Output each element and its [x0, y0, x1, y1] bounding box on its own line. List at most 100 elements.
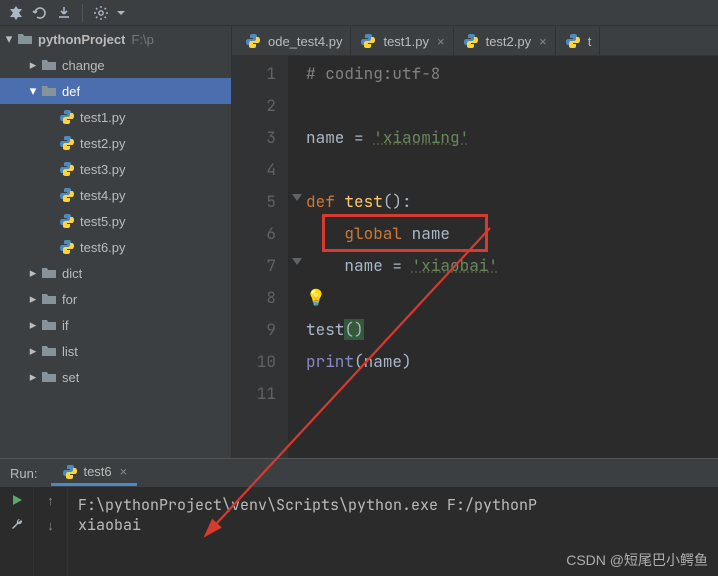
tree-file[interactable]: test5.py: [0, 208, 231, 234]
python-icon: [58, 187, 76, 203]
run-button[interactable]: [10, 493, 24, 507]
chevron-right-icon[interactable]: ▸: [26, 317, 40, 333]
tree-file[interactable]: test6.py: [0, 234, 231, 260]
chevron-right-icon[interactable]: ▸: [26, 291, 40, 307]
python-icon: [58, 213, 76, 229]
tree-folder[interactable]: ▸ set: [0, 364, 231, 390]
python-icon: [462, 33, 480, 49]
python-icon: [58, 135, 76, 151]
chevron-right-icon[interactable]: ▸: [26, 57, 40, 73]
editor-tab[interactable]: test1.py ×: [351, 27, 453, 55]
line-number: 9: [232, 314, 276, 346]
line-number: 6: [232, 218, 276, 250]
project-tree[interactable]: ▾ pythonProject F:\p ▸ change ▾ deftest1.py…: [0, 26, 232, 458]
code-comment: # coding:utf-8: [306, 63, 440, 84]
tree-folder[interactable]: ▸dict: [0, 260, 231, 286]
tree-item-label: set: [62, 370, 79, 385]
folder-icon: [40, 266, 58, 280]
tree-item-label: for: [62, 292, 77, 307]
line-number: 4: [232, 154, 276, 186]
tree-item-label: test1.py: [80, 110, 126, 125]
fold-icon[interactable]: [292, 194, 302, 204]
run-output[interactable]: F:\pythonProject\venv\Scripts\python.exe…: [68, 487, 718, 576]
tree-item-label: if: [62, 318, 69, 333]
toolbar: [0, 0, 718, 26]
python-icon: [58, 161, 76, 177]
close-icon[interactable]: ×: [120, 464, 128, 479]
download-icon[interactable]: [52, 2, 76, 24]
chevron-right-icon[interactable]: ▸: [26, 369, 40, 385]
separator: [82, 4, 83, 22]
chevron-right-icon[interactable]: ▸: [26, 343, 40, 359]
tab-label: test2.py: [486, 34, 532, 49]
folder-icon: [40, 370, 58, 384]
code-editor[interactable]: # coding:utf-8 name = 'xiaoming' def tes…: [288, 56, 718, 458]
reload-icon[interactable]: [28, 2, 52, 24]
line-number: 11: [232, 378, 276, 410]
tree-folder[interactable]: ▸ change: [0, 52, 231, 78]
tree-folder[interactable]: ▾ def: [0, 78, 231, 104]
tree-item-label: change: [62, 58, 105, 73]
line-number: 1: [232, 58, 276, 90]
tree-item-label: list: [62, 344, 78, 359]
tree-item-label: def: [62, 84, 80, 99]
chevron-right-icon[interactable]: ▸: [26, 265, 40, 281]
run-tab-label: test6: [83, 464, 111, 479]
line-number: 7: [232, 250, 276, 282]
chevron-down-icon[interactable]: [109, 2, 133, 24]
python-icon: [564, 33, 582, 49]
python-icon: [58, 109, 76, 125]
tree-item-label: test5.py: [80, 214, 126, 229]
folder-icon: [40, 58, 58, 72]
build-icon[interactable]: [4, 2, 28, 24]
python-icon: [58, 239, 76, 255]
close-icon[interactable]: ×: [437, 34, 445, 49]
tree-root[interactable]: ▾ pythonProject F:\p: [0, 26, 231, 52]
tree-folder[interactable]: ▸ list: [0, 338, 231, 364]
python-icon: [61, 464, 79, 480]
arrow-down-icon[interactable]: ↓: [47, 518, 54, 533]
chevron-down-icon[interactable]: ▾: [2, 31, 16, 47]
tree-file[interactable]: test2.py: [0, 130, 231, 156]
tree-item-label: test4.py: [80, 188, 126, 203]
run-cmd-line: F:\pythonProject\venv\Scripts\python.exe…: [78, 495, 708, 515]
tree-root-hint: F:\p: [131, 32, 153, 47]
tree-item-label: test2.py: [80, 136, 126, 151]
folder-icon: [16, 32, 34, 46]
run-tab[interactable]: test6 ×: [51, 460, 137, 486]
tree-folder[interactable]: ▸ for: [0, 286, 231, 312]
tree-item-label: test3.py: [80, 162, 126, 177]
tree-folder[interactable]: ▸ if: [0, 312, 231, 338]
chevron-down-icon[interactable]: ▾: [26, 83, 40, 99]
tab-label: ode_test4.py: [268, 34, 342, 49]
run-title: Run:: [10, 466, 37, 481]
tab-label: test1.py: [383, 34, 429, 49]
fold-icon[interactable]: [292, 258, 302, 268]
python-icon: [244, 33, 262, 49]
line-number: 3: [232, 122, 276, 154]
arrow-up-icon[interactable]: ↑: [47, 493, 54, 508]
line-number: 5: [232, 186, 276, 218]
gutter: 1234567891011: [232, 56, 288, 458]
tree-file[interactable]: test1.py: [0, 104, 231, 130]
intention-bulb-icon[interactable]: 💡: [306, 282, 326, 314]
folder-icon: [40, 84, 58, 98]
tab-label: t: [588, 34, 592, 49]
folder-icon: [40, 318, 58, 332]
run-output-line: xiaobai: [78, 515, 708, 535]
editor-tabs: ode_test4.py test1.py × test2.py × t: [232, 26, 718, 56]
editor-tab[interactable]: test2.py ×: [454, 27, 556, 55]
run-panel: Run: test6 × ↑ ↓ F:\pythonProject\venv\S…: [0, 458, 718, 576]
tree-root-label: pythonProject: [38, 32, 125, 47]
close-icon[interactable]: ×: [539, 34, 547, 49]
wrench-icon[interactable]: [10, 517, 24, 531]
editor-tab[interactable]: t: [556, 27, 601, 55]
tree-file[interactable]: test4.py: [0, 182, 231, 208]
folder-icon: [40, 292, 58, 306]
line-number: 10: [232, 346, 276, 378]
tree-file[interactable]: test3.py: [0, 156, 231, 182]
line-number: 8: [232, 282, 276, 314]
python-icon: [359, 33, 377, 49]
folder-icon: [40, 344, 58, 358]
editor-tab[interactable]: ode_test4.py: [236, 27, 351, 55]
